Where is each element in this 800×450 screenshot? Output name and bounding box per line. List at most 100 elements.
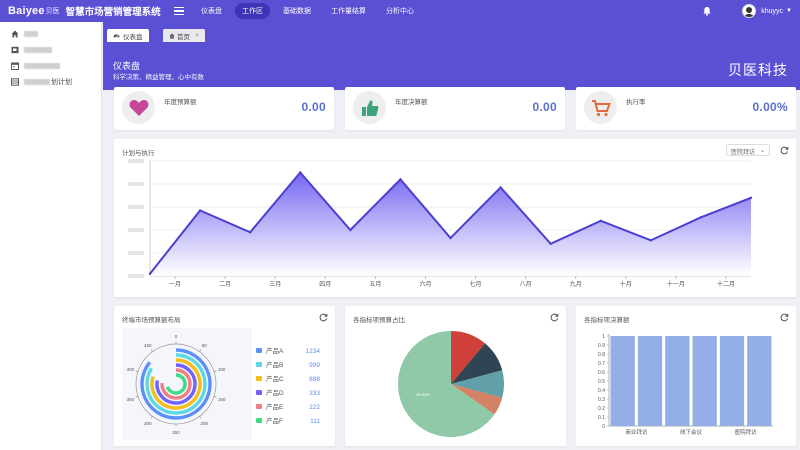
- nav-workspace[interactable]: 工作区: [235, 3, 270, 19]
- legend-swatch: [256, 418, 262, 423]
- sidebar-item-folder[interactable]: [0, 42, 101, 58]
- tabs-bar: 仪表盘 首页 ×: [103, 22, 800, 42]
- username[interactable]: khuyyc: [761, 8, 783, 15]
- bar-0: [610, 336, 635, 426]
- stat-icon-bg: [584, 91, 617, 124]
- stat-label: 年度决算额: [395, 99, 428, 106]
- cart-icon: [591, 99, 611, 116]
- x-tick-label: 商业拜访: [625, 428, 648, 436]
- tab-label: 仪表盘: [123, 33, 143, 41]
- angle-tick-label: 100: [218, 367, 226, 372]
- menu-toggle-icon[interactable]: [174, 5, 184, 17]
- nav-base-data[interactable]: 基础数据: [276, 3, 318, 19]
- area-fill: [150, 172, 751, 276]
- angle-tick-label: 450: [144, 343, 152, 348]
- close-icon[interactable]: ×: [195, 32, 199, 39]
- sidebar-item-plan[interactable]: 划计划: [0, 74, 101, 90]
- x-tick-label: 线下会议: [680, 428, 703, 436]
- x-tick-label: 医院拜访: [735, 428, 758, 436]
- stat-value: 0.00: [301, 100, 326, 114]
- data-point-7: [499, 186, 502, 189]
- legend-swatch: [256, 348, 262, 353]
- y-tick-label: 0.9: [598, 343, 605, 349]
- data-point-9: [599, 219, 602, 222]
- y-tick-label-obscured: [128, 251, 144, 255]
- page-subtitle: 科学决策、精益管理、心中有数: [113, 74, 204, 81]
- legend-label: 产品A: [266, 346, 284, 355]
- sidebar-item-label-obscured: [24, 79, 50, 85]
- legend-value: 888: [309, 376, 320, 383]
- legend-label: 产品E: [266, 402, 284, 411]
- x-tick-label: 一月: [169, 281, 181, 288]
- data-point-2: [248, 231, 252, 234]
- table-icon: [11, 78, 19, 86]
- top-bar: Baiyee 贝医 智慧市场营销管理系统 仪表盘 工作区 基础数据 工作量结算 …: [0, 0, 800, 22]
- x-tick-label: 十一月: [667, 280, 685, 288]
- y-tick-label: 0.4: [598, 388, 605, 394]
- y-tick-label: 0.6: [598, 370, 605, 376]
- stat-card-budget: 年度预算额 0.00: [114, 87, 334, 130]
- nav-workload-settlement[interactable]: 工作量结算: [324, 3, 373, 19]
- sidebar-item-label-obscured: [24, 31, 38, 37]
- x-tick-label: 十二月: [717, 280, 735, 288]
- tab-dashboard[interactable]: 仪表盘: [107, 29, 149, 42]
- legend-label: 产品F: [266, 416, 283, 425]
- angle-tick-label: 150: [218, 397, 226, 402]
- data-point-1: [198, 209, 202, 212]
- stat-label: 年度预算额: [164, 99, 197, 106]
- area-chart: 一月 二月 三月 四月 五月 六月 七月 八月 九月 十月 十一月 十二月: [128, 159, 753, 288]
- home-icon: [11, 30, 19, 38]
- legend-swatch: [256, 362, 262, 367]
- y-tick-label-obscured: [128, 182, 144, 186]
- legend-label: 产品D: [266, 388, 284, 397]
- pie-chart-card: 各指标项预算占比 99.93%: [345, 306, 566, 446]
- top-nav: 仪表盘 工作区 基础数据 工作量结算 分析中心: [194, 3, 427, 19]
- x-tick-label: 三月: [269, 281, 281, 288]
- sidebar-item-label-obscured: [24, 63, 60, 69]
- sidebar: 划计划: [0, 22, 102, 450]
- bar-3: [692, 336, 717, 426]
- stat-value: 0.00: [532, 100, 557, 114]
- top-right-area: khuyyc ▼: [702, 0, 792, 22]
- sidebar-item-label-obscured: [24, 47, 52, 53]
- avatar[interactable]: [742, 4, 757, 18]
- tab-home[interactable]: 首页 ×: [163, 29, 205, 42]
- stat-icon-bg: [122, 91, 155, 124]
- chevron-down-icon[interactable]: ▼: [786, 8, 792, 14]
- legend-swatch: [256, 390, 262, 395]
- data-point-0: [148, 272, 152, 275]
- nav-analysis-center[interactable]: 分析中心: [379, 3, 421, 19]
- y-tick-label: 0: [602, 424, 605, 430]
- data-point-8: [549, 242, 552, 245]
- bar-1: [637, 336, 663, 426]
- data-point-5: [399, 178, 402, 181]
- y-tick-label: 0.2: [598, 406, 605, 412]
- sidebar-item-home[interactable]: [0, 26, 101, 42]
- legend-label: 产品C: [266, 374, 284, 383]
- bar-4: [719, 336, 745, 426]
- nav-dashboard[interactable]: 仪表盘: [194, 3, 229, 19]
- y-tick-label-obscured: [128, 205, 144, 209]
- x-tick-label: 六月: [419, 280, 431, 288]
- sidebar-item-calendar[interactable]: [0, 58, 101, 74]
- stat-card-final: 年度决算额 0.00: [345, 87, 565, 130]
- legend-swatch: [256, 376, 262, 381]
- bell-icon[interactable]: [702, 6, 712, 16]
- x-tick-label: 四月: [319, 281, 331, 288]
- data-point-3: [299, 171, 302, 174]
- legend-value: 1234: [306, 348, 321, 355]
- angle-tick-label: 200: [200, 421, 208, 426]
- company-name: 贝医科技: [728, 63, 788, 79]
- angle-tick-label: 400: [127, 367, 135, 372]
- y-tick-label-obscured: [128, 228, 144, 232]
- sidebar-item-label: 划计划: [51, 79, 72, 86]
- y-tick-label-obscured: [128, 274, 144, 278]
- legend-swatch: [256, 404, 262, 409]
- data-point-4: [349, 228, 352, 232]
- dashboard-icon: [113, 34, 120, 38]
- angle-tick-label: 250: [172, 430, 180, 435]
- stat-icon-bg: [353, 91, 386, 124]
- y-tick-label-obscured: [128, 159, 144, 163]
- pie-chart: 99.93%: [398, 331, 504, 437]
- tab-label: 首页: [177, 33, 190, 41]
